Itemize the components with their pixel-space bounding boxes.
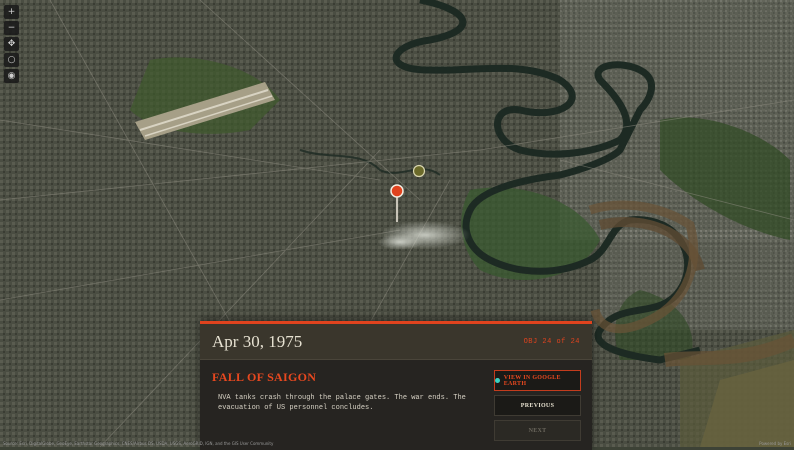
event-panel: Apr 30, 1975 OBJ 24 of 24 FALL OF SAIGON… [200,321,592,450]
compass-icon[interactable]: ○ [4,53,19,67]
panel-header: Apr 30, 1975 OBJ 24 of 24 [200,324,592,360]
locate-icon[interactable]: ◉ [4,69,19,83]
zoom-out-button[interactable]: − [4,21,19,35]
globe-icon [495,378,500,383]
panel-actions: VIEW IN GOOGLE EARTH PREVIOUS NEXT [494,370,581,441]
event-description: NVA tanks crash through the palace gates… [218,394,466,412]
next-button[interactable]: NEXT [494,420,581,441]
event-date: Apr 30, 1975 [212,331,303,351]
zoom-in-button[interactable]: + [4,5,19,19]
powered-by[interactable]: Powered by Esri [759,441,791,446]
event-marker-inactive[interactable] [412,164,426,178]
view-in-google-earth-button[interactable]: VIEW IN GOOGLE EARTH [494,370,581,391]
previous-button[interactable]: PREVIOUS [494,395,581,416]
earth-button-label: VIEW IN GOOGLE EARTH [503,374,561,387]
panel-body: FALL OF SAIGON NVA tanks crash through t… [200,360,592,441]
map-controls: + − ✥ ○ ◉ [4,5,19,83]
map-attribution: Source: Esri, DigitalGlobe, GeoEye, Eart… [3,441,274,446]
pan-icon[interactable]: ✥ [4,37,19,51]
object-counter: OBJ 24 of 24 [523,337,580,346]
